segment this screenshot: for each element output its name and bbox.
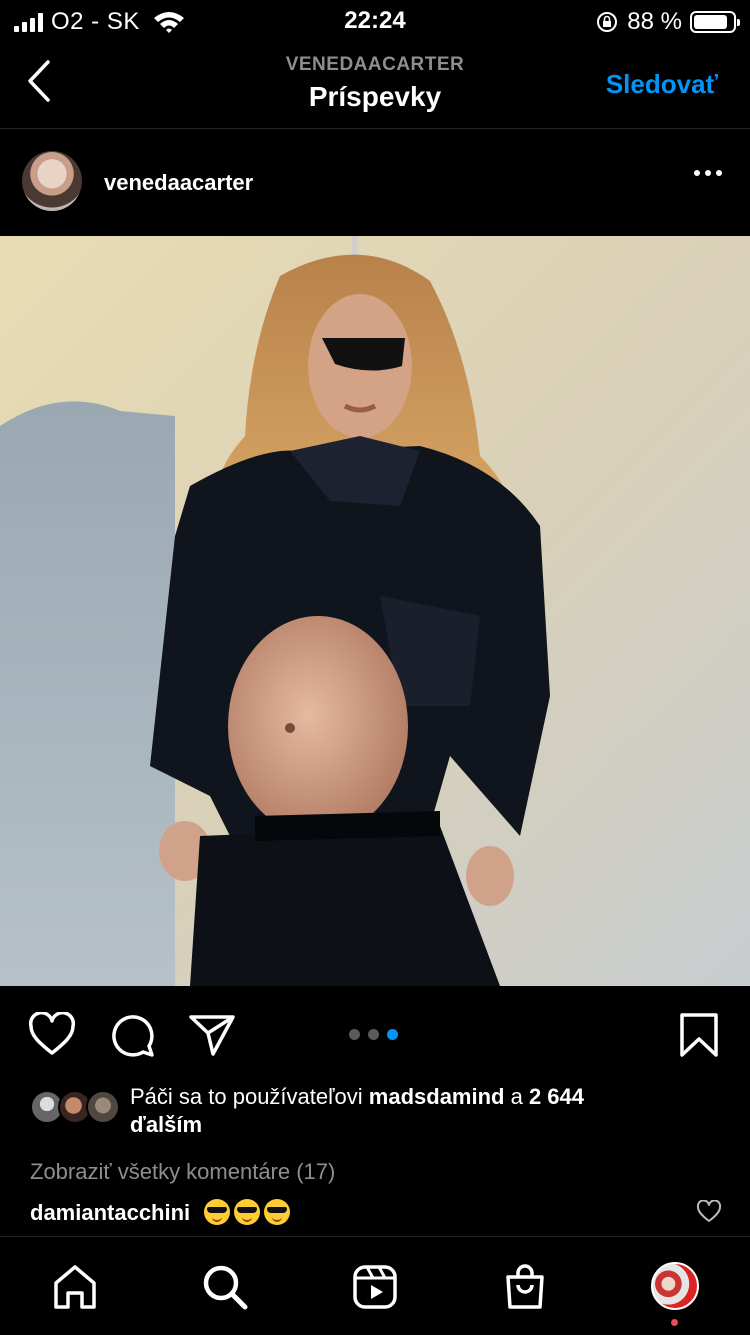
nav-header: VENEDAACARTER Príspevky Sledovať	[0, 42, 750, 129]
battery-icon	[690, 11, 740, 33]
reels-icon[interactable]	[351, 1263, 399, 1311]
profile-avatar[interactable]	[651, 1262, 699, 1310]
likes-count[interactable]: 2 644	[529, 1084, 584, 1109]
post-photo[interactable]	[0, 236, 750, 986]
sunglasses-emoji	[204, 1199, 231, 1225]
more-options-icon[interactable]	[694, 170, 722, 176]
likes-prefix: Páči sa to používateľovi	[130, 1084, 369, 1109]
liker-username[interactable]: madsdamind	[369, 1084, 505, 1109]
post-header: venedaacarter	[0, 129, 750, 235]
likes-conjunction: a	[504, 1084, 529, 1109]
carousel-dot	[368, 1029, 379, 1040]
likes-suffix[interactable]: ďalším	[130, 1112, 202, 1137]
home-icon[interactable]	[51, 1263, 99, 1311]
bottom-tab-bar	[0, 1236, 750, 1335]
comment-author[interactable]: damiantacchini	[30, 1200, 190, 1225]
carousel-dot	[349, 1029, 360, 1040]
carousel-dot	[387, 1029, 398, 1040]
sunglasses-emoji	[264, 1199, 291, 1225]
post-author-username[interactable]: venedaacarter	[104, 170, 253, 196]
carousel-indicator	[349, 1029, 398, 1040]
heart-icon[interactable]	[28, 1012, 76, 1058]
top-comment: damiantacchini	[30, 1199, 294, 1226]
follow-button[interactable]: Sledovať	[606, 69, 718, 100]
search-icon[interactable]	[201, 1263, 249, 1311]
post-actions	[0, 1000, 750, 1070]
comment-text	[204, 1199, 294, 1225]
comment-icon[interactable]	[108, 1012, 156, 1058]
share-icon[interactable]	[188, 1012, 236, 1058]
view-all-comments-link[interactable]: Zobraziť všetky komentáre (17)	[30, 1159, 335, 1185]
notification-dot	[671, 1319, 678, 1326]
liker-avatars	[30, 1090, 120, 1126]
author-avatar[interactable]	[22, 151, 82, 211]
rotation-lock-icon	[597, 12, 618, 32]
likes-text: Páči sa to používateľovi madsdamind a 2 …	[130, 1083, 720, 1139]
shop-icon[interactable]	[501, 1263, 549, 1311]
sunglasses-emoji	[234, 1199, 261, 1225]
comment-like-heart-icon[interactable]	[696, 1200, 722, 1224]
bookmark-icon[interactable]	[676, 1012, 724, 1058]
likes-summary[interactable]: Páči sa to používateľovi madsdamind a 2 …	[30, 1083, 720, 1139]
battery-percent: 88 %	[627, 8, 682, 35]
status-bar: O2 - SK 22:24 88 %	[0, 0, 750, 42]
